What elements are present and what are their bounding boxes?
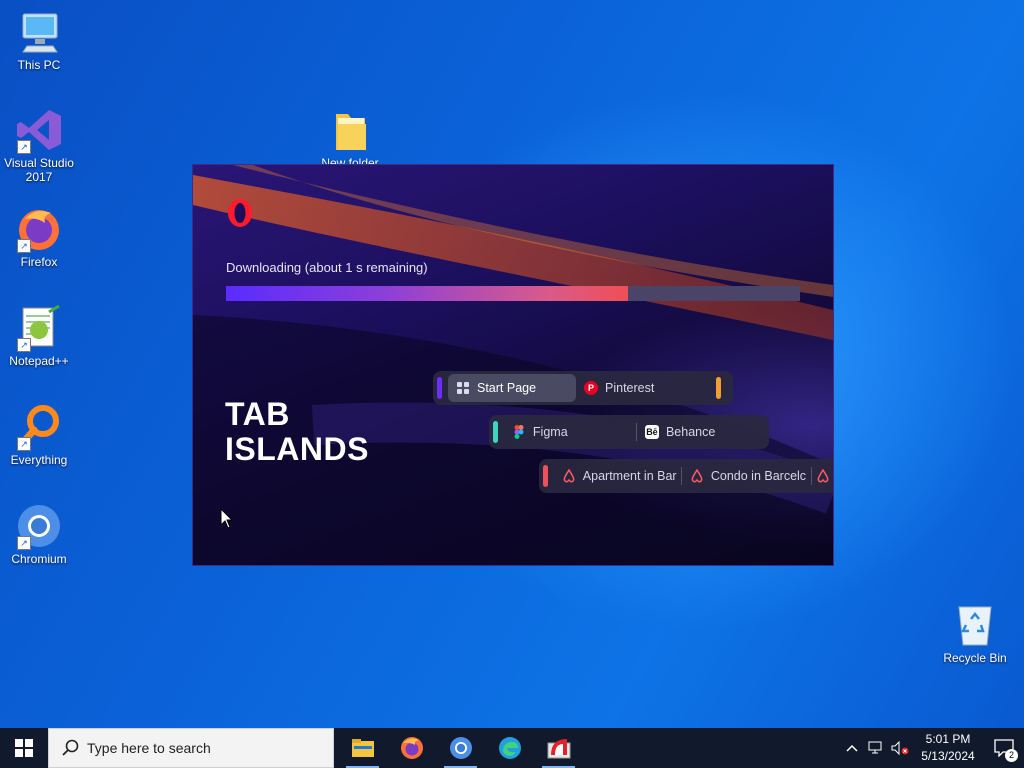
download-progress-bar [226, 286, 800, 301]
island-end-bar [716, 377, 721, 399]
tab-condo: Condo in Barcelc [682, 462, 811, 490]
tab-label: Start Page [477, 381, 537, 395]
tab-island-1: Start Page P Pinterest [433, 371, 733, 405]
shortcut-arrow-icon: ↗ [17, 536, 31, 550]
desktop-icon-label: Notepad++ [9, 354, 69, 368]
everything-icon: ↗ [15, 403, 63, 451]
tab-partial [812, 462, 833, 490]
notepadpp-icon: ↗ [15, 304, 63, 352]
headline-line-1: TAB [225, 396, 290, 432]
folder-icon [326, 106, 374, 154]
download-progress-fill [226, 286, 628, 301]
shortcut-arrow-icon: ↗ [17, 338, 31, 352]
windows-logo-icon [15, 739, 33, 757]
computer-icon [15, 8, 63, 56]
island-color-bar [493, 421, 498, 443]
desktop-icon-recycle-bin[interactable]: Recycle Bin [933, 601, 1017, 665]
download-status-text: Downloading (about 1 s remaining) [226, 260, 428, 275]
opera-installer-window: Downloading (about 1 s remaining) TAB IS… [193, 165, 833, 565]
chromium-icon: ↗ [15, 502, 63, 550]
behance-icon: Bē [644, 425, 659, 439]
tab-label: Apartment in Bar [582, 469, 677, 483]
decorative-swirl [193, 165, 833, 565]
clock-date: 5/13/2024 [921, 749, 975, 763]
system-tray: 5:01 PM 5/13/2024 2 [840, 728, 1024, 768]
tab-figma: Figma [504, 418, 636, 446]
tab-apartment: Apartment in Bar [554, 462, 681, 490]
desktop-icon-this-pc[interactable]: This PC [0, 8, 81, 72]
start-button[interactable] [0, 728, 48, 768]
mouse-cursor-icon [220, 508, 234, 529]
airbnb-icon [690, 469, 704, 483]
airbnb-icon [816, 469, 830, 483]
desktop-icon-label: Everything [10, 453, 68, 467]
desktop-icon-visual-studio[interactable]: ↗ Visual Studio 2017 [0, 106, 81, 184]
visual-studio-icon: ↗ [15, 106, 63, 154]
tab-label: Behance [665, 425, 716, 439]
desktop-icon-label: Recycle Bin [943, 651, 1007, 665]
search-icon [62, 739, 79, 756]
figma-icon [512, 425, 526, 439]
shortcut-arrow-icon: ↗ [17, 437, 31, 451]
headline-line-2: ISLANDS [225, 431, 369, 467]
grid-icon [456, 381, 470, 395]
chromium-icon [449, 737, 472, 759]
shortcut-arrow-icon: ↗ [17, 239, 31, 253]
search-placeholder: Type here to search [87, 740, 211, 756]
tab-island-3: Apartment in Bar Condo in Barcelc [539, 459, 833, 493]
clock-time: 5:01 PM [925, 732, 971, 746]
taskbar-firefox[interactable] [387, 728, 436, 768]
taskbar: Type here to search 5:01 PM 5/13/2024 2 [0, 728, 1024, 768]
desktop-icon-label: Firefox [20, 255, 58, 269]
desktop-icon-notepadpp[interactable]: ↗ Notepad++ [0, 304, 81, 368]
file-explorer-icon [351, 739, 374, 757]
desktop-icon-chromium[interactable]: ↗ Chromium [0, 502, 81, 566]
desktop-icon-new-folder[interactable]: New folder [308, 106, 392, 170]
tab-start-page: Start Page [448, 374, 576, 402]
edge-icon [498, 737, 521, 759]
tab-island-2: Figma Bē Behance [489, 415, 769, 449]
notification-count: 2 [1005, 749, 1018, 762]
network-icon[interactable] [864, 728, 888, 768]
tab-label: Condo in Barcelc [710, 469, 807, 483]
desktop-icon-label: Chromium [11, 552, 67, 566]
taskbar-chromium[interactable] [436, 728, 485, 768]
opera-logo-icon [228, 199, 252, 227]
volume-muted-icon[interactable] [888, 728, 912, 768]
tab-label: Figma [532, 425, 568, 439]
airbnb-icon [562, 469, 576, 483]
firefox-icon [400, 737, 423, 759]
recycle-bin-icon [951, 601, 999, 649]
island-color-bar [543, 465, 548, 487]
shortcut-arrow-icon: ↗ [17, 140, 31, 154]
taskbar-edge[interactable] [485, 728, 534, 768]
opera-installer-icon [547, 739, 570, 759]
tab-behance: Bē Behance [637, 418, 769, 446]
action-center-button[interactable]: 2 [984, 728, 1024, 768]
island-color-bar [437, 377, 442, 399]
tab-islands-headline: TAB ISLANDS [225, 397, 369, 467]
taskbar-opera-installer[interactable] [534, 728, 583, 768]
desktop-icon-label: Visual Studio 2017 [4, 156, 74, 184]
desktop-icon-firefox[interactable]: ↗ Firefox [0, 205, 81, 269]
chevron-up-icon[interactable] [840, 728, 864, 768]
desktop-icon-label: This PC [17, 58, 61, 72]
firefox-icon: ↗ [15, 205, 63, 253]
tab-label: Pinterest [605, 381, 655, 395]
taskbar-file-explorer[interactable] [338, 728, 387, 768]
desktop-icon-everything[interactable]: ↗ Everything [0, 403, 81, 467]
pinterest-icon: P [584, 381, 598, 395]
taskbar-clock[interactable]: 5:01 PM 5/13/2024 [912, 731, 984, 765]
taskbar-search-box[interactable]: Type here to search [48, 728, 334, 768]
tab-pinterest: P Pinterest [576, 374, 710, 402]
